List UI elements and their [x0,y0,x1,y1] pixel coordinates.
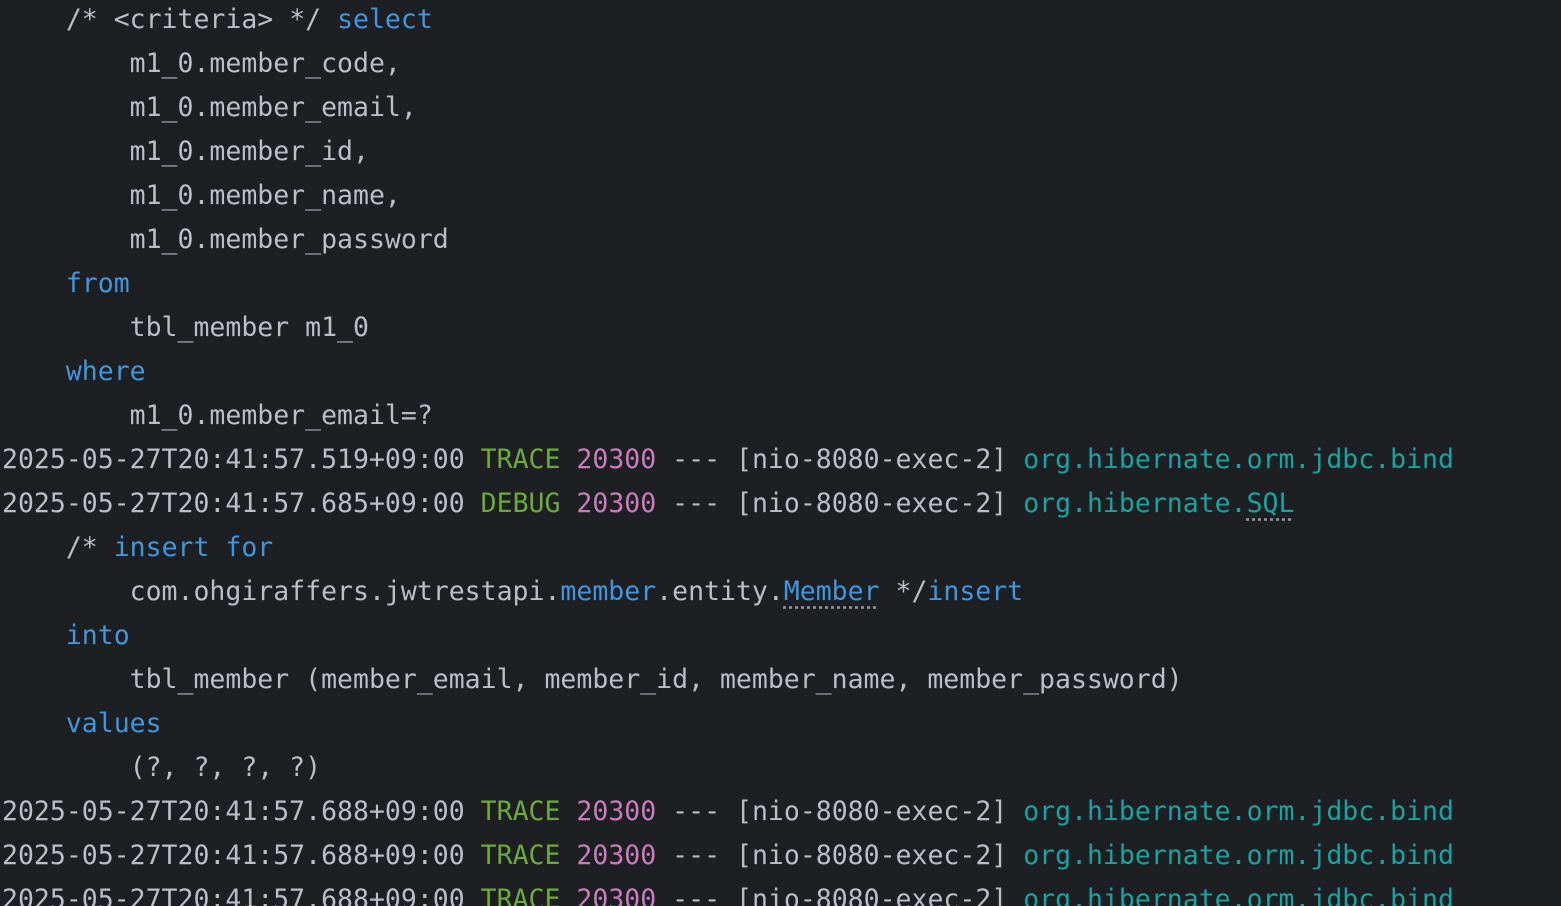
log-timestamp: 2025-05-27T20:41:57.688+09:00 [2,884,465,906]
log-thread: [nio-8080-exec-2] [736,840,1008,871]
sql-keyword-select: select [337,4,433,35]
log-line: 2025-05-27T20:41:57.688+09:00 TRACE 2030… [2,834,1454,878]
sql-entity-line: com.ohgiraffers.jwtrestapi.member.entity… [129,576,1024,607]
sql-keyword-where: where [65,356,146,387]
sql-table-columns-line: tbl_member (member_email, member_id, mem… [129,664,1183,695]
log-line: 2025-05-27T20:41:57.688+09:00 TRACE 2030… [2,878,1454,906]
log-logger-link[interactable]: org.hibernate.orm.jdbc.bind [1023,884,1454,906]
log-logger-link[interactable]: org.hibernate.orm.jdbc.bind [1023,796,1454,827]
log-pid: 20300 [576,444,657,475]
sql-select-line: /* <criteria> */ select [2,0,433,42]
entity-package-member: member [560,576,657,607]
log-timestamp: 2025-05-27T20:41:57.688+09:00 [2,840,465,871]
log-thread: [nio-8080-exec-2] [736,796,1008,827]
sql-column: m1_0.member_id, [129,136,369,167]
sql-keyword-from: from [65,268,130,299]
sql-from-line: from [2,262,130,306]
log-separator: --- [672,444,721,475]
log-logger-link[interactable]: org.hibernate.SQL [1023,488,1294,519]
sql-keyword-insert: insert [927,576,1024,607]
log-logger-sql-link[interactable]: SQL [1247,488,1295,519]
sql-insert-comment-line: /* insert for [65,532,274,563]
sql-keyword-values: values [65,708,162,739]
run-console[interactable]: /* <criteria> */ select m1_0.member_code… [0,0,1561,906]
log-pid: 20300 [576,796,657,827]
log-level: TRACE [480,444,561,475]
sql-condition-line: m1_0.member_email=? [129,400,433,431]
sql-values-line: values [2,702,162,746]
log-level: DEBUG [480,488,561,519]
sql-keyword-into: into [65,620,130,651]
log-line: 2025-05-27T20:41:57.519+09:00 TRACE 2030… [2,438,1454,482]
log-timestamp: 2025-05-27T20:41:57.688+09:00 [2,796,465,827]
log-logger-link[interactable]: org.hibernate.orm.jdbc.bind [1023,444,1454,475]
log-timestamp: 2025-05-27T20:41:57.519+09:00 [2,444,465,475]
log-line: 2025-05-27T20:41:57.685+09:00 DEBUG 2030… [2,482,1294,526]
log-pid: 20300 [576,884,657,906]
entity-class-link[interactable]: Member [784,576,880,607]
sql-column: m1_0.member_name, [129,180,401,211]
log-logger-link[interactable]: org.hibernate.orm.jdbc.bind [1023,840,1454,871]
sql-comment: /* <criteria> */ [65,4,338,35]
sql-where-line: where [2,350,146,394]
sql-column: m1_0.member_code, [129,48,401,79]
log-thread: [nio-8080-exec-2] [736,884,1008,906]
sql-column: m1_0.member_password [129,224,449,255]
log-pid: 20300 [576,488,657,519]
log-timestamp: 2025-05-27T20:41:57.685+09:00 [2,488,465,519]
log-separator: --- [672,884,721,906]
log-level: TRACE [480,840,561,871]
sql-keyword-insert-for: insert for [113,532,274,563]
log-separator: --- [672,796,721,827]
log-level: TRACE [480,884,561,906]
log-level: TRACE [480,796,561,827]
log-thread: [nio-8080-exec-2] [736,488,1008,519]
log-line: 2025-05-27T20:41:57.688+09:00 TRACE 2030… [2,790,1454,834]
sql-table-line: tbl_member m1_0 [129,312,369,343]
log-separator: --- [672,488,721,519]
log-thread: [nio-8080-exec-2] [736,444,1008,475]
sql-params-line: (?, ?, ?, ?) [129,752,322,783]
sql-into-line: into [2,614,130,658]
log-pid: 20300 [576,840,657,871]
log-separator: --- [672,840,721,871]
sql-column: m1_0.member_email, [129,92,417,123]
